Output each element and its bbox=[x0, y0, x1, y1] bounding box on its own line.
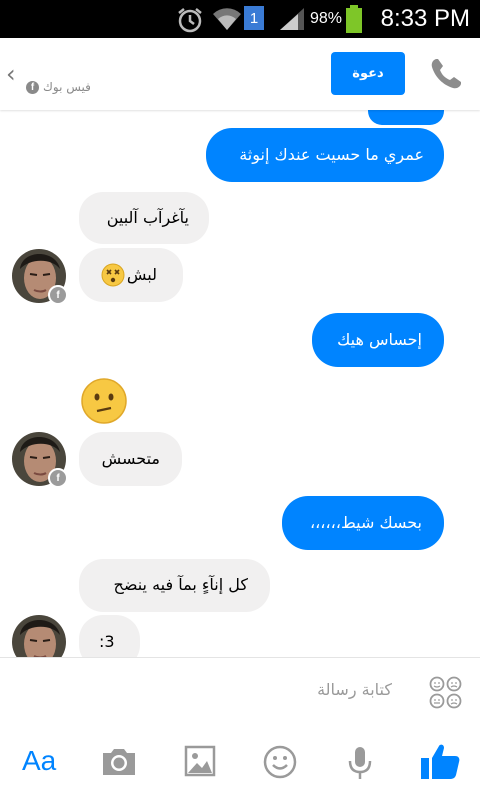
confused-face-emoji bbox=[81, 378, 127, 424]
gallery-icon[interactable] bbox=[184, 745, 216, 777]
message-text: :3 bbox=[99, 632, 115, 651]
message-bubble-outgoing[interactable]: عمري ما حسيت عندك إنوثة bbox=[206, 128, 444, 182]
conversation-header: ‹ f فيس بوك دعوة bbox=[0, 38, 480, 110]
emoji-icon[interactable] bbox=[263, 745, 297, 779]
signal-icon bbox=[280, 8, 304, 30]
back-chevron-icon[interactable]: ‹ bbox=[6, 60, 16, 88]
text-format-button[interactable]: Aa bbox=[22, 745, 56, 777]
wifi-icon bbox=[213, 8, 241, 30]
message-bubble-outgoing[interactable]: بحسك شيط،،،،،، bbox=[282, 496, 444, 550]
notification-badge: 1 bbox=[244, 6, 264, 30]
message-text: متحسش bbox=[101, 449, 160, 468]
sticker-icon[interactable] bbox=[429, 676, 463, 710]
composer-toolbar: Aa bbox=[0, 725, 480, 800]
message-composer: كتابة رسالة bbox=[0, 657, 480, 726]
message-input[interactable]: كتابة رسالة bbox=[317, 680, 392, 699]
message-text: عمري ما حسيت عندك إنوثة bbox=[239, 145, 424, 164]
dizzy-face-emoji bbox=[101, 263, 125, 287]
source-label: فيس بوك bbox=[43, 80, 91, 94]
message-bubble-incoming[interactable]: يآغرآب آلبين bbox=[79, 192, 209, 244]
invite-button[interactable]: دعوة bbox=[331, 52, 405, 95]
message-text: يآغرآب آلبين bbox=[106, 208, 189, 227]
message-text: بحسك شيط،،،،،، bbox=[309, 513, 422, 532]
message-bubble-incoming[interactable]: لبش bbox=[79, 248, 183, 302]
alarm-icon bbox=[178, 8, 202, 33]
battery-percent: 98% bbox=[309, 10, 342, 27]
message-bubble-incoming[interactable]: كل إنآءٍ بمآ فيه ينضح bbox=[79, 559, 270, 612]
microphone-icon[interactable] bbox=[346, 745, 374, 781]
clock: 8:33 PM bbox=[380, 5, 470, 32]
message-text: لبش bbox=[126, 265, 157, 284]
phone-call-icon[interactable] bbox=[428, 56, 464, 92]
message-bubble-incoming[interactable]: متحسش bbox=[79, 432, 182, 486]
status-bar: 1 98% 8:33 PM bbox=[0, 0, 480, 38]
battery-icon bbox=[346, 5, 362, 33]
message-text: إحساس هيك bbox=[337, 330, 422, 349]
contact-source: f فيس بوك bbox=[26, 80, 91, 94]
facebook-icon: f bbox=[26, 80, 39, 94]
contact-avatar[interactable] bbox=[12, 615, 66, 657]
message-thread[interactable]: عمري ما حسيت عندك إنوثة يآغرآب آلبين لبش… bbox=[0, 110, 480, 657]
message-bubble-incoming[interactable]: :3 bbox=[79, 615, 140, 657]
thumbs-up-icon[interactable] bbox=[420, 741, 460, 781]
previous-message-bubble bbox=[368, 110, 444, 125]
facebook-badge-icon: f bbox=[48, 468, 68, 488]
message-bubble-outgoing[interactable]: إحساس هيك bbox=[312, 313, 444, 367]
facebook-badge-icon: f bbox=[48, 285, 68, 305]
message-text: كل إنآءٍ بمآ فيه ينضح bbox=[113, 575, 249, 594]
camera-icon[interactable] bbox=[101, 745, 137, 777]
